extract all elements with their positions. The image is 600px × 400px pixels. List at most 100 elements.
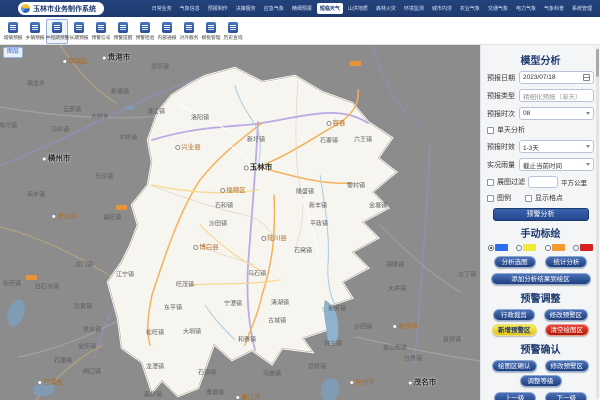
toolbar-item-模板管理[interactable]: 模板管理 (200, 19, 222, 44)
forecast-time-select[interactable]: 08 (519, 107, 594, 120)
map-label-town: 福旺镇 (103, 213, 121, 222)
toolbar-item-内部通报[interactable]: 内部通报 (156, 19, 178, 44)
nav-item-森林火灾[interactable]: 森林火灾 (373, 3, 399, 14)
nav-item-日常业务[interactable]: 日常业务 (149, 3, 175, 14)
app-logo-icon (21, 4, 30, 13)
toolbar-item-label: 预警检验 (136, 34, 155, 41)
map-label-town: 石和镇 (215, 201, 233, 210)
toolbar-item-中短期预警[interactable]: 中短期预警 (46, 19, 68, 44)
map-label-town: 武乐镇 (151, 62, 169, 71)
map-label-county: 陆川县 (261, 232, 287, 242)
document-icon (228, 22, 238, 33)
toolbar-item-label: 模板管理 (202, 34, 221, 41)
adjust-button-修改预警区[interactable]: 修改预警区 (544, 309, 589, 321)
draw-button-统计分析[interactable]: 统计分析 (545, 256, 587, 268)
panel-scrollbar-thumb[interactable] (596, 49, 599, 77)
map-graphics (0, 45, 480, 400)
nav-item-预报制作[interactable]: 预报制作 (205, 3, 231, 14)
validity-value: 1-3天 (523, 142, 586, 152)
nav-item-交通气象[interactable]: 交通气象 (485, 3, 511, 14)
map-label-town: 湛江镇 (147, 107, 165, 116)
nav-button-下一级[interactable]: 下一级 (545, 392, 587, 400)
panel-scrollbar[interactable] (596, 47, 599, 399)
nav-item-应急气象[interactable]: 应急气象 (261, 3, 287, 14)
nav-button-上一级[interactable]: 上一级 (494, 392, 536, 400)
area-filter-checkbox[interactable] (487, 179, 494, 186)
validity-select[interactable]: 1-3天 (519, 140, 594, 153)
map-label-city: 玉林市 (244, 162, 273, 173)
nav-item-山洪地质[interactable]: 山洪地质 (345, 3, 371, 14)
map-label-town: 黎村镇 (347, 181, 365, 190)
app-window: 玉林市业务制作系统 日常业务气象信息预报制作决策服务应急气象精细预报短临天气山洪… (0, 0, 600, 400)
nav-item-环境监测[interactable]: 环境监测 (401, 3, 427, 14)
rain-select[interactable]: 截止当前时间 (519, 158, 594, 171)
adjust-button-行政裁剪[interactable]: 行政裁剪 (493, 309, 535, 321)
document-icon (8, 22, 18, 33)
chevron-down-icon (586, 145, 590, 148)
map-label-town: 张黄镇 (74, 302, 92, 311)
map-label-town: 和寮镇 (238, 335, 256, 344)
nav-item-决策服务[interactable]: 决策服务 (233, 3, 259, 14)
color-radio-red[interactable] (573, 244, 593, 251)
area-filter-label: 展图过滤 (497, 177, 525, 187)
nav-item-城市内涝[interactable]: 城市内涝 (429, 3, 455, 14)
nav-item-精细预报[interactable]: 精细预报 (289, 3, 315, 14)
confirm-button-调整等级[interactable]: 调整等级 (520, 375, 562, 387)
map-label-town: 洛阳镇 (191, 113, 209, 122)
single-day-checkbox[interactable] (487, 127, 494, 134)
toolbar-item-label: 预警信号 (92, 34, 111, 41)
confirm-button-修改预警区[interactable]: 修改预警区 (545, 360, 590, 372)
toolbar-item-label: 预警提醒 (114, 34, 133, 41)
confirm-button-绘图区确认[interactable]: 绘图区确认 (492, 360, 537, 372)
map-label-county: 高州市 (392, 320, 418, 330)
analyze-button[interactable]: 预警分析 (493, 208, 589, 221)
nav-item-气象信息[interactable]: 气象信息 (177, 3, 203, 14)
toolbar-item-对外服务[interactable]: 对外服务 (178, 19, 200, 44)
map-label-town: 古城镇 (268, 316, 286, 325)
toolbar-item-预警信号[interactable]: 预警信号 (90, 19, 112, 44)
toolbar-item-长期预报[interactable]: 长期预报 (68, 19, 90, 44)
color-radio-yellow[interactable] (516, 244, 536, 251)
document-icon (52, 22, 62, 33)
nav-item-电力气象[interactable]: 电力气象 (513, 3, 539, 14)
map-label-town: 大垌镇 (183, 327, 201, 336)
color-swatch-yellow (523, 244, 536, 251)
toolbar-item-城镇预报[interactable]: 城镇预报 (2, 19, 24, 44)
color-radio-orange[interactable] (545, 244, 565, 251)
toolbar-item-label: 中短期预警 (45, 34, 69, 41)
confirm-section-title: 预警确认 (487, 341, 594, 356)
draw-button-分析选图[interactable]: 分析选图 (494, 256, 536, 268)
map-label-county: 覃塘区 (62, 55, 88, 65)
app-brand[interactable]: 玉林市业务制作系统 (18, 2, 104, 15)
forecast-date-input[interactable]: 2023/07/18 (519, 71, 594, 84)
toolbar-item-历史查询[interactable]: 历史查询 (222, 19, 244, 44)
map-label-town: 平政镇 (310, 219, 328, 228)
color-radio-blue[interactable] (488, 244, 508, 251)
nav-item-短临天气[interactable]: 短临天气 (317, 3, 343, 14)
forecast-type-input[interactable]: 精细化预报（单天） (519, 89, 594, 102)
add-result-button[interactable]: 添加分析结果到绘区 (491, 273, 591, 285)
adjust-button-新增预警区[interactable]: 新增预警区 (492, 324, 537, 336)
map-label-town: 木梓镇 (119, 133, 137, 142)
color-swatch-red (580, 244, 593, 251)
legend-checkbox[interactable] (487, 195, 494, 202)
nav-item-气象科普[interactable]: 气象科普 (541, 3, 567, 14)
map-label-town: 石康镇 (54, 356, 72, 365)
map-label-town: 旺茂镇 (176, 280, 194, 289)
nav-item-系统管理[interactable]: 系统管理 (569, 3, 595, 14)
map-label-town: 官桥镇 (308, 362, 326, 371)
map-label-town: 隆盛镇 (296, 187, 314, 196)
map-label-town: 白石水镇 (35, 282, 59, 291)
toolbar-item-预警提醒[interactable]: 预警提醒 (112, 19, 134, 44)
analysis-panel: 模型分析 预报日期 2023/07/18 预报类型 精细化预报（单天） 预报时次… (480, 45, 600, 400)
map-label-town: 金塘镇 (369, 201, 387, 210)
toolbar-item-乡镇预报[interactable]: 乡镇预报 (24, 19, 46, 44)
adjust-button-清空绘图区[interactable]: 清空绘图区 (545, 324, 590, 336)
document-icon (30, 22, 40, 33)
nav-item-农业气象[interactable]: 农业气象 (457, 3, 483, 14)
grid-checkbox[interactable] (525, 195, 532, 202)
map-layer-badge[interactable]: 图层 (3, 47, 23, 58)
map-canvas[interactable]: 图层 武乐镇镇龙乡新塘镇云表镇大岭乡湛江镇洛阳镇马岭镇木梓镇周圩镇乐民镇石和镇南… (0, 45, 480, 400)
area-filter-input[interactable] (528, 176, 558, 188)
toolbar-item-预警检验[interactable]: 预警检验 (134, 19, 156, 44)
